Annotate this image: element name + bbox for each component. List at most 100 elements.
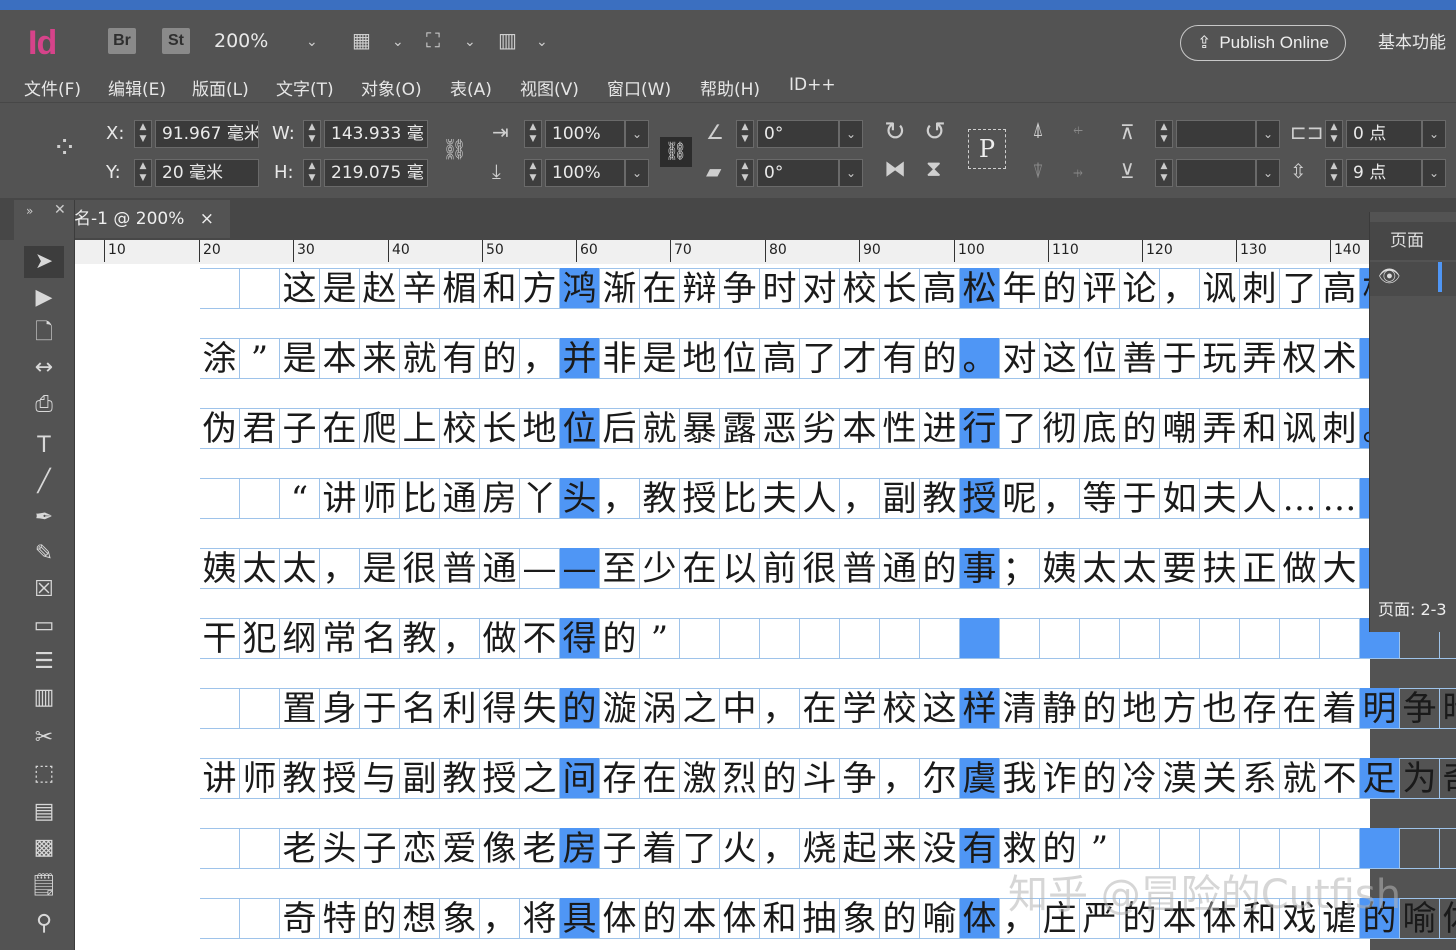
spacing-field[interactable] [1176, 120, 1256, 148]
pen-tool-icon[interactable]: ✒ [24, 502, 64, 534]
chevron-down-icon[interactable]: ⌄ [536, 34, 548, 50]
stock-button[interactable]: St [162, 28, 190, 54]
select-content-icon[interactable]: ⍒ [1032, 159, 1044, 183]
text-line[interactable]: 这是赵辛楣和方鸿渐在辩争时对校长高松年的评论，讽刺了高松 [200, 268, 1456, 308]
vertical-grid-tool-icon[interactable]: ▥ [24, 682, 64, 714]
y-field[interactable]: 20 毫米 [155, 159, 259, 187]
menu-file[interactable]: 文件(F) [24, 75, 81, 100]
content-collector-icon[interactable]: ⎙ [24, 389, 64, 421]
reference-point-icon[interactable]: ⁘ [52, 131, 77, 166]
h-field[interactable]: 219.075 毫 [324, 159, 428, 187]
close-icon[interactable]: ✕ [54, 202, 66, 218]
constrain-proportions-icon[interactable]: ⛓ [442, 137, 467, 161]
close-icon[interactable]: × [200, 209, 214, 229]
rotate-field[interactable]: 0° [757, 120, 839, 148]
pencil-tool-icon[interactable]: ✎ [24, 538, 64, 570]
screen-mode-icon[interactable]: ▦ [352, 28, 371, 52]
collapse-icon[interactable]: » [26, 204, 33, 218]
chevron-down-icon[interactable]: ⌄ [1256, 159, 1280, 187]
leading-field[interactable]: 9 点 [1346, 159, 1422, 187]
text-line[interactable]: 姨太太，是很普通 — — 至少在以前很普通的事；姨太太要扶正做大 [200, 548, 1456, 588]
menu-table[interactable]: 表(A) [450, 75, 492, 100]
chevron-down-icon[interactable]: ⌄ [306, 34, 318, 50]
pages-panel-title[interactable]: 页面 [1390, 226, 1424, 251]
bridge-button[interactable]: Br [108, 28, 136, 54]
rotate-ccw-icon[interactable]: ↺ [924, 117, 946, 147]
chevron-down-icon[interactable]: ⌄ [464, 34, 476, 50]
w-field[interactable]: 143.933 毫 [324, 120, 428, 148]
tracking-stepper[interactable]: ▲ ▼ [1325, 120, 1343, 148]
scale-y-field[interactable]: 100% [545, 159, 625, 187]
publish-online-button[interactable]: ⇪ Publish Online [1180, 25, 1346, 61]
text-line[interactable]: “讲师比通房丫头，教授比夫人，副教授呢，等于如夫人…… [200, 478, 1456, 518]
gradient-swatch-tool-icon[interactable]: ▤ [24, 796, 64, 828]
shear-field[interactable]: 0° [757, 159, 839, 187]
rotate-cw-icon[interactable]: ↻ [884, 117, 906, 147]
chevron-down-icon[interactable]: ⌄ [1422, 159, 1446, 187]
zoom-level[interactable]: 200% [214, 30, 268, 52]
text-line[interactable]: 讲师教授与副教授之间存在激烈的斗争，尔虞我诈的冷漠关系就不足为奇 [200, 758, 1456, 798]
menu-help[interactable]: 帮助(H) [700, 75, 760, 100]
leading-stepper[interactable]: ▲ ▼ [1325, 159, 1343, 187]
text-line[interactable]: 置身于名利得失的漩涡之中，在学校这样清静的地方也存在着明争暗 [200, 688, 1456, 728]
gap-tool-icon[interactable]: ↔ [24, 352, 64, 384]
scale-x-stepper[interactable]: ▲ ▼ [524, 120, 542, 148]
spacing-stepper[interactable]: ▲ ▼ [1155, 120, 1173, 148]
scale-x-field[interactable]: 100% [545, 120, 625, 148]
chevron-down-icon[interactable]: ⌄ [392, 34, 404, 50]
rotate-stepper[interactable]: ▲ ▼ [736, 120, 754, 148]
w-stepper[interactable]: ▲ ▼ [303, 120, 321, 148]
chevron-down-icon[interactable]: ⌄ [1422, 120, 1446, 148]
scissors-tool-icon[interactable]: ✂ [24, 722, 64, 754]
scale-y-stepper[interactable]: ▲ ▼ [524, 159, 542, 187]
menu-window[interactable]: 窗口(W) [607, 75, 671, 100]
chevron-down-icon[interactable]: ⌄ [625, 120, 649, 148]
rectangle-tool-icon[interactable]: ▭ [24, 610, 64, 642]
arrange-documents-icon[interactable]: ▥ [498, 28, 517, 52]
note-tool-icon[interactable]: 🗒 [24, 870, 64, 902]
stroke-proxy[interactable]: P [968, 129, 1006, 169]
y-stepper[interactable]: ▲ ▼ [134, 159, 152, 187]
chevron-down-icon[interactable]: ⌄ [839, 120, 863, 148]
menu-edit[interactable]: 编辑(E) [108, 75, 166, 100]
select-container-icon[interactable]: ⍋ [1032, 117, 1044, 141]
select-next-icon[interactable]: ⍆ [1072, 159, 1084, 183]
menu-object[interactable]: 对象(O) [361, 75, 422, 100]
eyedropper-tool-icon[interactable]: ⚲ [24, 908, 64, 940]
gradient-feather-tool-icon[interactable]: ▩ [24, 832, 64, 864]
flip-horizontal-icon[interactable]: ⧓ [884, 157, 906, 182]
tracking-field[interactable]: 0 点 [1346, 120, 1422, 148]
view-options-icon[interactable]: ⛶ [426, 28, 440, 52]
spacing2-stepper[interactable]: ▲ ▼ [1155, 159, 1173, 187]
type-tool-icon[interactable]: T [24, 430, 64, 462]
direct-selection-tool-icon[interactable]: ▶ [24, 282, 64, 314]
text-line[interactable]: 涂” 是本来就有的，并非是地位高了才有的。对这位善于玩弄权术 [200, 338, 1456, 378]
link-scale-icon[interactable]: ⛓ [660, 137, 692, 167]
page-tool-icon[interactable]: 🗋 [24, 317, 64, 349]
rectangle-frame-tool-icon[interactable]: ☒ [24, 574, 64, 606]
x-stepper[interactable]: ▲ ▼ [134, 120, 152, 148]
menu-idplusplus[interactable]: ID++ [789, 75, 836, 95]
line-tool-icon[interactable]: ╱ [24, 466, 64, 498]
spacing2-field[interactable] [1176, 159, 1256, 187]
eye-icon[interactable]: 👁 [1378, 266, 1401, 287]
text-line[interactable]: 伪君子在爬上校长地位后就暴露恶劣本性进行了彻底的嘲弄和讽刺。 [200, 408, 1456, 448]
text-line[interactable]: 干犯纲常名教，做不得的” [200, 618, 1456, 658]
menu-type[interactable]: 文字(T) [276, 75, 334, 100]
chevron-down-icon[interactable]: ⌄ [839, 159, 863, 187]
shear-stepper[interactable]: ▲ ▼ [736, 159, 754, 187]
document-tab[interactable]: 名-1 @ 200% × [74, 200, 231, 238]
chevron-down-icon[interactable]: ⌄ [625, 159, 649, 187]
horizontal-grid-tool-icon[interactable]: ☰ [24, 646, 64, 678]
x-field[interactable]: 91.967 毫米 [155, 120, 259, 148]
menu-view[interactable]: 视图(V) [520, 75, 579, 100]
selection-tool-icon[interactable]: ➤ [24, 246, 64, 278]
select-previous-icon[interactable]: ⍅ [1072, 117, 1084, 141]
horizontal-ruler[interactable]: 10 20 30 40 50 60 70 80 90 100 110 120 1… [74, 240, 1370, 265]
h-stepper[interactable]: ▲ ▼ [303, 159, 321, 187]
workspace-switcher[interactable]: 基本功能 [1378, 28, 1446, 53]
menu-layout[interactable]: 版面(L) [192, 75, 249, 100]
flip-vertical-icon[interactable]: ⧗ [926, 157, 941, 182]
chevron-down-icon[interactable]: ⌄ [1256, 120, 1280, 148]
free-transform-tool-icon[interactable]: ⬚ [24, 758, 64, 790]
